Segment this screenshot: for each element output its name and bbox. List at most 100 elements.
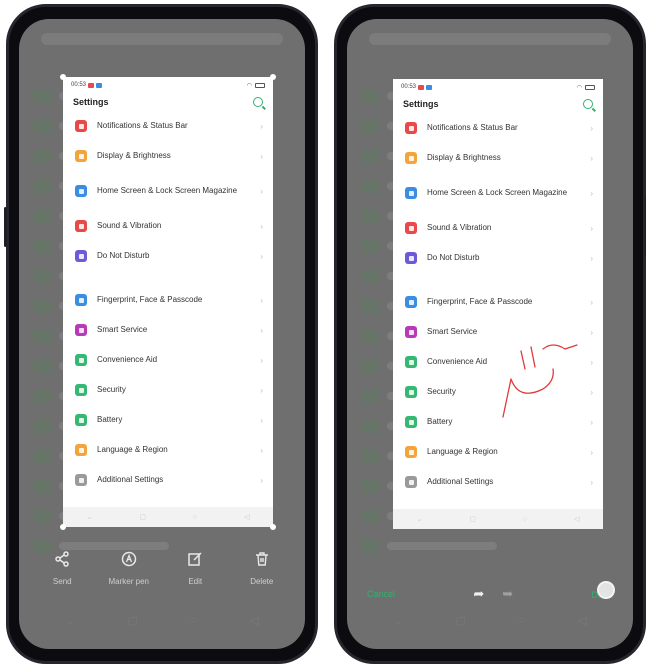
marker-pen-button[interactable]: Marker pen	[99, 551, 159, 586]
phone-left: 00:53 ◠ Settings Notifications & Status …	[4, 4, 318, 664]
settings-item-label: Display & Brightness	[97, 151, 171, 160]
settings-item[interactable]: Additional Settings ›	[393, 467, 603, 497]
settings-item-icon	[405, 252, 417, 264]
edit-icon	[186, 551, 204, 569]
screen-right: 00:53 ◠ Settings Notifications & Status …	[347, 19, 633, 649]
settings-item-icon	[75, 220, 87, 232]
marker-toolbar: Cancel ➦ ➥ Done	[357, 581, 623, 603]
chevron-right-icon: ›	[260, 121, 263, 131]
settings-item[interactable]: Language & Region ›	[393, 437, 603, 467]
edit-button[interactable]: Edit	[165, 551, 225, 586]
settings-list: Notifications & Status Bar › Display & Bri…	[63, 111, 273, 495]
crop-handle[interactable]	[270, 524, 276, 530]
chevron-right-icon: ›	[260, 475, 263, 485]
screenshot-toolbar: Send Marker pen Edit Delete	[29, 551, 295, 586]
settings-item[interactable]: Security ›	[63, 375, 273, 405]
home-icon[interactable]: ○	[519, 614, 526, 627]
crop-handle[interactable]	[60, 74, 66, 80]
settings-item-label: Fingerprint, Face & Passcode	[427, 297, 533, 306]
settings-item[interactable]: Sound & Vibration ›	[63, 211, 273, 241]
settings-item[interactable]: Smart Service ›	[393, 317, 603, 347]
settings-item-icon	[405, 386, 417, 398]
settings-item[interactable]: Additional Settings ›	[63, 465, 273, 495]
settings-item-label: Notifications & Status Bar	[97, 121, 188, 130]
redo-icon[interactable]: ➥	[502, 586, 513, 602]
settings-item-label: Sound & Vibration	[427, 223, 492, 232]
page-title: Settings	[403, 99, 439, 109]
send-button[interactable]: Send	[32, 551, 92, 586]
search-icon[interactable]	[253, 97, 263, 107]
undo-icon[interactable]: ➦	[473, 586, 484, 602]
search-icon[interactable]	[583, 99, 593, 109]
settings-item[interactable]: Do Not Disturb ›	[393, 243, 603, 273]
settings-item[interactable]: Fingerprint, Face & Passcode ›	[63, 285, 273, 315]
settings-item-icon	[75, 185, 87, 197]
chevron-right-icon: ›	[260, 251, 263, 261]
system-nav: ⌄ ▢ ○ ◁	[39, 614, 285, 627]
settings-item-label: Notifications & Status Bar	[427, 123, 518, 132]
settings-item[interactable]: Sound & Vibration ›	[393, 213, 603, 243]
settings-item-icon	[75, 120, 87, 132]
delete-button[interactable]: Delete	[232, 551, 292, 586]
settings-item-icon	[75, 324, 87, 336]
settings-item-icon	[75, 444, 87, 456]
square-icon[interactable]: ▢	[455, 614, 465, 627]
chevron-right-icon: ›	[260, 151, 263, 161]
settings-item[interactable]: Convenience Aid ›	[393, 347, 603, 377]
square-icon: ▢	[139, 514, 146, 521]
settings-item[interactable]: Do Not Disturb ›	[63, 241, 273, 271]
settings-item-label: Convenience Aid	[427, 357, 488, 366]
settings-item-icon	[405, 446, 417, 458]
settings-item[interactable]: Display & Brightness ›	[63, 141, 273, 171]
background-row-icon	[33, 269, 51, 283]
back-icon[interactable]: ◁	[578, 614, 586, 627]
settings-item[interactable]: Convenience Aid ›	[63, 345, 273, 375]
cancel-button[interactable]: Cancel	[367, 589, 395, 599]
settings-item[interactable]: Home Screen & Lock Screen Magazine ›	[63, 171, 273, 211]
background-row-icon	[361, 449, 379, 463]
square-icon[interactable]: ▢	[127, 614, 137, 627]
settings-item[interactable]: Home Screen & Lock Screen Magazine ›	[393, 173, 603, 213]
home-icon[interactable]: ○	[191, 614, 198, 627]
chevron-right-icon: ›	[590, 417, 593, 427]
chevron-right-icon: ›	[260, 445, 263, 455]
section-divider	[63, 271, 273, 285]
screenshot-preview[interactable]: 00:53 ◠ Settings Notifications & Status …	[393, 79, 603, 529]
background-row-icon	[33, 479, 51, 493]
chevron-right-icon: ›	[590, 387, 593, 397]
crop-handle[interactable]	[60, 524, 66, 530]
chevron-right-icon: ›	[590, 253, 593, 263]
menu-icon: ⌄	[416, 516, 423, 523]
chevron-right-icon: ›	[590, 297, 593, 307]
marker-pen-label: Marker pen	[108, 577, 149, 586]
settings-item[interactable]: Smart Service ›	[63, 315, 273, 345]
settings-item[interactable]: Language & Region ›	[63, 435, 273, 465]
settings-item[interactable]: Fingerprint, Face & Passcode ›	[393, 287, 603, 317]
settings-item[interactable]: Display & Brightness ›	[393, 143, 603, 173]
side-button	[4, 207, 7, 247]
background-row-icon	[361, 269, 379, 283]
screen-left: 00:53 ◠ Settings Notifications & Status …	[19, 19, 305, 649]
chevron-right-icon: ›	[260, 186, 263, 196]
back-icon: ◁	[244, 514, 250, 521]
settings-item-icon	[405, 326, 417, 338]
edit-label: Edit	[188, 577, 203, 586]
settings-item-label: Security	[97, 385, 126, 394]
crop-handle[interactable]	[270, 74, 276, 80]
menu-icon[interactable]: ⌄	[393, 614, 402, 627]
background-row-icon	[361, 419, 379, 433]
trash-icon	[253, 551, 271, 569]
back-icon[interactable]: ◁	[250, 614, 258, 627]
chevron-right-icon: ›	[260, 385, 263, 395]
settings-item[interactable]: Security ›	[393, 377, 603, 407]
menu-icon[interactable]: ⌄	[65, 614, 74, 627]
settings-item[interactable]: Notifications & Status Bar ›	[63, 111, 273, 141]
settings-item[interactable]: Battery ›	[393, 407, 603, 437]
screenshot-preview[interactable]: 00:53 ◠ Settings Notifications & Status …	[63, 77, 273, 527]
background-row-icon	[33, 119, 51, 133]
settings-item[interactable]: Battery ›	[63, 405, 273, 435]
chevron-right-icon: ›	[590, 447, 593, 457]
background-row-icon	[33, 359, 51, 373]
chevron-right-icon: ›	[260, 221, 263, 231]
settings-item[interactable]: Notifications & Status Bar ›	[393, 113, 603, 143]
